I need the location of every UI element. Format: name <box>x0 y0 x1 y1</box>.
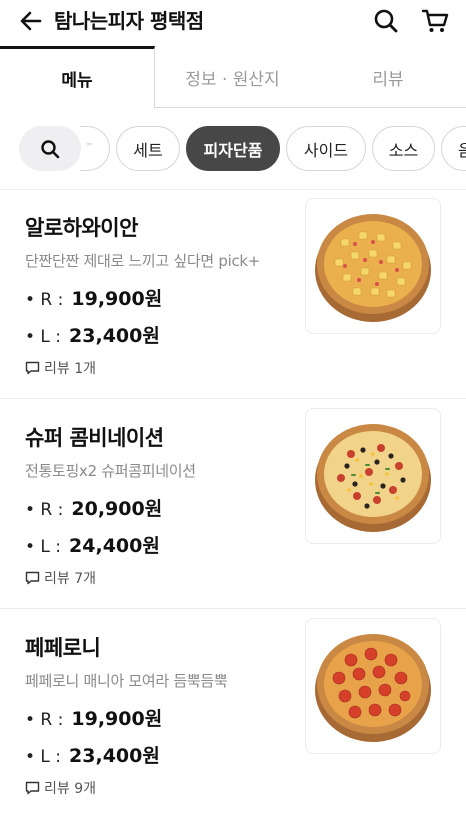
search-icon <box>41 139 60 158</box>
price-value: 19,900원 <box>71 708 163 730</box>
price-row: • L : 23,400원 <box>25 741 160 768</box>
cart-icon <box>421 9 449 32</box>
price-value: 24,400원 <box>69 535 160 557</box>
review-count[interactable]: 리뷰 7개 <box>25 568 96 588</box>
category-chip-drink[interactable]: 음 <box>441 126 466 171</box>
menu-item[interactable]: 슈퍼 콤비네이션 전통토핑x2 슈퍼콤피네이션 • R : 20,900원 • … <box>0 400 466 610</box>
category-chips: ⁼ 세트 피자단품 사이드 소스 음 <box>0 124 466 174</box>
pizza-image <box>305 618 441 754</box>
tab-info-origin[interactable]: 정보 · 원산지 <box>155 46 310 108</box>
search-button[interactable] <box>371 6 401 36</box>
category-chip-set[interactable]: 세트 <box>116 126 180 171</box>
pizza-image <box>305 408 441 544</box>
tab-menu[interactable]: 메뉴 <box>0 46 155 108</box>
size-label: • R : <box>25 710 64 730</box>
item-name: 슈퍼 콤비네이션 <box>25 426 164 450</box>
category-search-button[interactable] <box>19 126 81 171</box>
review-count[interactable]: 리뷰 1개 <box>25 358 96 378</box>
tab-bar: 메뉴 정보 · 원산지 리뷰 <box>0 46 466 108</box>
menu-item[interactable]: 페페로니 페페로니 매니아 모여라 듬뿍듬뿍 • R : 19,900원 • L… <box>0 610 466 813</box>
item-description: 단짠단짠 제대로 느끼고 싶다면 pick+ <box>25 252 261 270</box>
hawaiian-pizza-image <box>315 214 431 322</box>
comment-icon <box>25 571 40 585</box>
price-row: • L : 24,400원 <box>25 531 160 558</box>
size-label: • L : <box>25 747 62 767</box>
header: 탐나는피자 평택점 <box>0 0 466 46</box>
price-value: 19,900원 <box>71 288 163 310</box>
size-label: • R : <box>25 500 64 520</box>
search-icon <box>374 9 398 33</box>
item-description: 페페로니 매니아 모여라 듬뿍듬뿍 <box>25 672 228 690</box>
item-description: 전통토핑x2 슈퍼콤피네이션 <box>25 462 196 480</box>
price-value: 20,900원 <box>71 498 163 520</box>
price-row: • R : 19,900원 <box>25 284 162 311</box>
combination-pizza-image <box>315 424 431 532</box>
pepperoni-pizza-image <box>315 634 431 742</box>
review-count[interactable]: 리뷰 9개 <box>25 778 96 798</box>
store-title: 탐나는피자 평택점 <box>54 9 204 33</box>
tab-divider <box>155 107 466 108</box>
back-button[interactable] <box>16 6 46 36</box>
size-label: • L : <box>25 537 62 557</box>
pizza-image <box>305 198 441 334</box>
divider <box>0 608 466 609</box>
category-chip-sauce[interactable]: 소스 <box>372 126 435 171</box>
price-row: • L : 23,400원 <box>25 321 160 348</box>
price-value: 23,400원 <box>69 325 160 347</box>
tab-reviews[interactable]: 리뷰 <box>310 46 466 108</box>
cart-button[interactable] <box>419 6 451 36</box>
comment-icon <box>25 361 40 375</box>
divider <box>0 398 466 399</box>
price-row: • R : 19,900원 <box>25 704 162 731</box>
category-chip-pizza[interactable]: 피자단품 <box>186 126 280 171</box>
price-value: 23,400원 <box>69 745 160 767</box>
category-chip-side[interactable]: 사이드 <box>286 126 366 171</box>
item-name: 알로하와이안 <box>25 216 138 240</box>
category-chip-partial[interactable]: ⁼ <box>80 126 110 171</box>
comment-icon <box>25 781 40 795</box>
size-label: • L : <box>25 327 62 347</box>
price-row: • R : 20,900원 <box>25 494 162 521</box>
arrow-left-icon <box>20 11 42 31</box>
menu-item[interactable]: 알로하와이안 단짠단짠 제대로 느끼고 싶다면 pick+ • R : 19,9… <box>0 190 466 400</box>
item-name: 페페로니 <box>25 636 101 660</box>
size-label: • R : <box>25 290 64 310</box>
